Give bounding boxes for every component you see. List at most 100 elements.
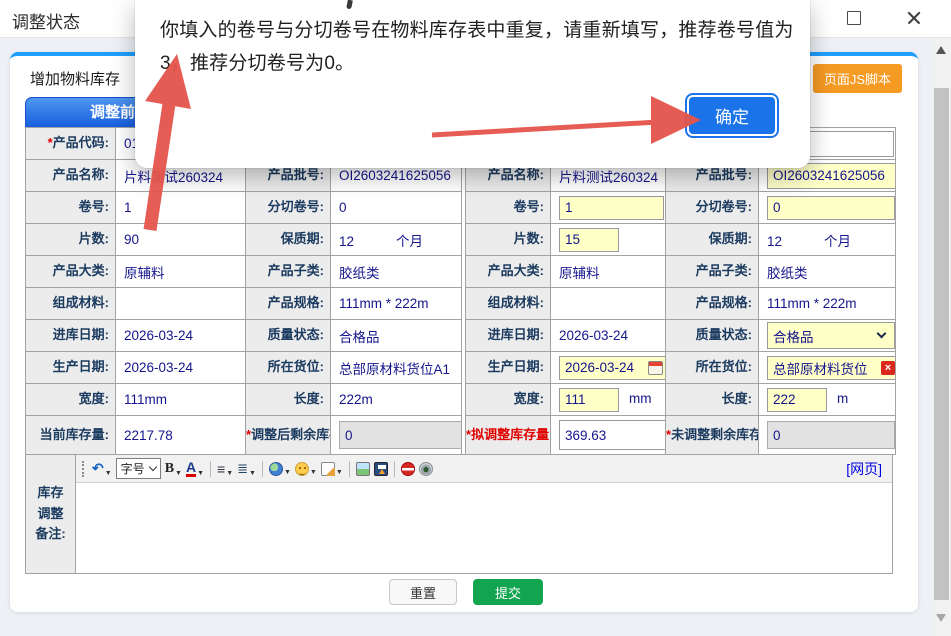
- alert-dialog: 你填入的卷号与分切卷号在物料库存表中重复，请重新填写，推荐卷号值为3，推荐分切卷…: [135, 0, 810, 168]
- table-edit-icon[interactable]: ▼: [321, 462, 343, 476]
- category-label: 产品大类:: [466, 256, 551, 288]
- product-name-label: 产品名称:: [26, 160, 116, 192]
- location-label: 所在货位:: [246, 352, 331, 384]
- alert-message: 你填入的卷号与分切卷号在物料库存表中重复，请重新填写，推荐卷号值为3，推荐分切卷…: [160, 14, 808, 80]
- after-pieces-input[interactable]: 15: [559, 228, 619, 252]
- forbidden-icon[interactable]: [401, 462, 415, 476]
- after-remain-label: 调整后剩余库存:: [251, 427, 330, 442]
- after-subcategory: 胶纸类: [759, 256, 896, 288]
- notes-label: 库存 调整 备注:: [25, 454, 75, 574]
- before-inbound-date: 2026-03-24: [116, 320, 246, 352]
- notes-editor-body[interactable]: [76, 483, 892, 573]
- vertical-scrollbar[interactable]: [932, 38, 951, 636]
- notes-row: 库存 调整 备注: ↶▼ 字号 B▼ A▼ ≡▼ ≣▼ ▼ ▼ ▼ [网页]: [25, 454, 893, 574]
- undo-icon[interactable]: ↶▼: [92, 460, 112, 477]
- scrollbar-thumb[interactable]: [934, 88, 949, 600]
- page-js-script-button[interactable]: 页面JS脚本: [813, 64, 902, 93]
- before-roll: 1: [116, 192, 246, 224]
- insert-image-icon[interactable]: [356, 462, 370, 476]
- before-category: 原辅料: [116, 256, 246, 288]
- width-unit: mm: [629, 391, 652, 406]
- roll-label: 卷号:: [466, 192, 551, 224]
- close-icon[interactable]: [905, 9, 923, 27]
- before-current-stock: 2217.78: [116, 416, 246, 455]
- webpage-mode-link[interactable]: [网页]: [846, 459, 882, 479]
- table-row: 宽度: 111mm 长度: 222m: [26, 384, 462, 416]
- location-input[interactable]: 总部原材料货位×: [767, 356, 896, 380]
- spec-label: 产品规格:: [666, 288, 759, 320]
- after-roll-input[interactable]: 1: [559, 196, 664, 220]
- unadjusted-label: 未调整剩余库存:: [671, 427, 758, 442]
- after-shelf-life: 12: [767, 234, 782, 249]
- quality-label: 质量状态:: [666, 320, 759, 352]
- scroll-down-icon[interactable]: [936, 614, 946, 622]
- preview-eye-icon[interactable]: [419, 462, 433, 476]
- scroll-up-icon[interactable]: [936, 46, 946, 54]
- shelf-life-unit: 个月: [396, 234, 423, 249]
- before-prod-date: 2026-03-24: [116, 352, 246, 384]
- clear-location-icon[interactable]: ×: [881, 361, 895, 375]
- prod-date-input[interactable]: 2026-03-24: [559, 356, 666, 380]
- table-row: 片数: 90 保质期: 12个月: [26, 224, 462, 256]
- category-label: 产品大类:: [26, 256, 116, 288]
- font-color-icon[interactable]: A▼: [186, 460, 204, 477]
- pieces-label: 片数:: [26, 224, 116, 256]
- ok-button[interactable]: 确定: [689, 97, 775, 134]
- slit-roll-label: 分切卷号:: [246, 192, 331, 224]
- align-icon[interactable]: ≡▼: [217, 461, 233, 477]
- reset-button[interactable]: 重置: [389, 579, 457, 605]
- after-materials: [551, 288, 666, 320]
- clipped-text-fragment: [346, 0, 353, 9]
- before-location: 总部原材料货位A1: [331, 352, 462, 384]
- ok-button-focus-ring: 确定: [685, 93, 779, 138]
- after-category: 原辅料: [551, 256, 666, 288]
- subcategory-label: 产品子类:: [246, 256, 331, 288]
- hyperlink-globe-icon[interactable]: ▼: [269, 462, 291, 476]
- numbered-list-icon[interactable]: ≣▼: [237, 461, 256, 477]
- table-row: 片数: 15 保质期: 12个月: [466, 224, 896, 256]
- calendar-icon[interactable]: [648, 361, 663, 375]
- before-length: 222m: [331, 384, 462, 416]
- before-subcategory: 胶纸类: [331, 256, 462, 288]
- table-row: 组成材料: 产品规格: 111mm * 222m: [466, 288, 896, 320]
- submit-button[interactable]: 提交: [473, 579, 543, 605]
- after-slit-roll-input[interactable]: 0: [767, 196, 895, 220]
- table-row: 当前库存量: 2217.78 *调整后剩余库存: 0: [26, 416, 462, 455]
- table-row: 进库日期: 2026-03-24 质量状态: 合格品: [466, 320, 896, 352]
- width-label: 宽度:: [26, 384, 116, 416]
- maximize-icon[interactable]: [847, 11, 861, 25]
- panel-title: 增加物料库存: [30, 68, 120, 89]
- shelf-life-label: 保质期:: [246, 224, 331, 256]
- planned-input[interactable]: 369.63: [559, 420, 666, 450]
- emoticon-icon[interactable]: ▼: [295, 462, 317, 476]
- roll-label: 卷号:: [26, 192, 116, 224]
- before-materials: [116, 288, 246, 320]
- toolbar-separator: [349, 461, 350, 477]
- table-row: 宽度: 111mm 长度: 222m: [466, 384, 896, 416]
- notes-editor: ↶▼ 字号 B▼ A▼ ≡▼ ≣▼ ▼ ▼ ▼ [网页]: [75, 454, 893, 574]
- spec-label: 产品规格:: [246, 288, 331, 320]
- after-length-input[interactable]: 222: [767, 388, 827, 412]
- table-row: 进库日期: 2026-03-24 质量状态: 合格品: [26, 320, 462, 352]
- inbound-date-label: 进库日期:: [466, 320, 551, 352]
- table-row: 生产日期: 2026-03-24 所在货位: 总部原材料货位A1: [26, 352, 462, 384]
- after-width-input[interactable]: 111: [559, 388, 619, 412]
- quality-select[interactable]: 合格品: [767, 322, 895, 349]
- font-size-select[interactable]: 字号: [116, 458, 161, 479]
- length-label: 长度:: [246, 384, 331, 416]
- product-code-label: 产品代码:: [53, 135, 109, 150]
- before-spec: 111mm * 222m: [331, 288, 462, 320]
- chevron-down-icon: [877, 329, 887, 339]
- width-label: 宽度:: [466, 384, 551, 416]
- toolbar-grip-icon[interactable]: [82, 461, 86, 477]
- quality-label: 质量状态:: [246, 320, 331, 352]
- slit-roll-label: 分切卷号:: [666, 192, 759, 224]
- after-spec: 111mm * 222m: [759, 288, 896, 320]
- inbound-date-label: 进库日期:: [26, 320, 116, 352]
- table-row: 卷号: 1 分切卷号: 0: [26, 192, 462, 224]
- save-html-icon[interactable]: [374, 462, 388, 476]
- toolbar-separator: [262, 461, 263, 477]
- bold-icon[interactable]: B▼: [165, 461, 182, 477]
- subcategory-label: 产品子类:: [666, 256, 759, 288]
- before-slit-roll: 0: [331, 192, 462, 224]
